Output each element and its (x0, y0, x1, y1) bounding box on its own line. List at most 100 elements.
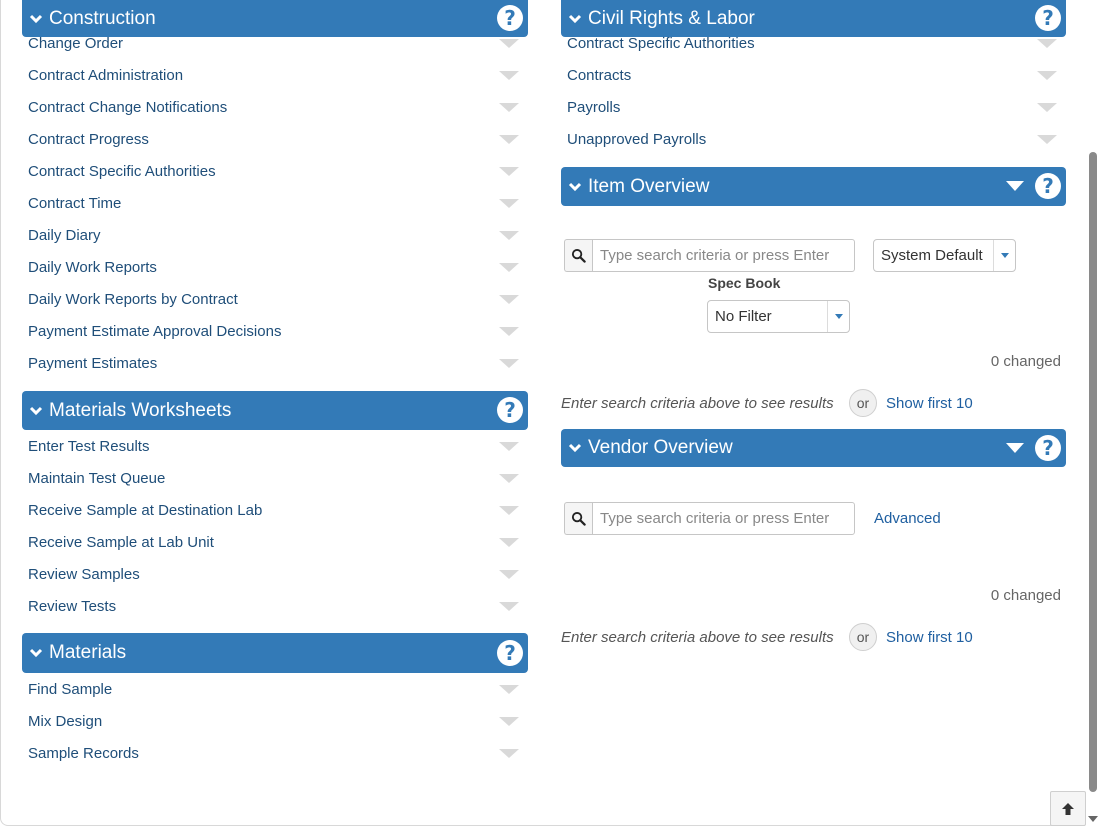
spec-book-select-value: No Filter (715, 308, 772, 325)
list-item[interactable]: Unapproved Payrolls (561, 123, 1066, 155)
item-search-group (564, 239, 855, 272)
chevron-down-icon[interactable] (23, 648, 49, 658)
question-circle-icon[interactable]: ? (497, 640, 523, 666)
chevron-down-icon[interactable] (562, 443, 588, 453)
list-item[interactable]: Daily Work Reports by Contract (22, 283, 528, 315)
caret-down-icon[interactable] (499, 749, 519, 758)
caret-down-icon[interactable] (1037, 135, 1057, 144)
caret-down-icon[interactable] (499, 263, 519, 272)
caret-down-icon[interactable] (499, 327, 519, 336)
chevron-down-icon[interactable] (562, 182, 588, 192)
list-item[interactable]: Receive Sample at Destination Lab (22, 494, 528, 526)
list-item[interactable]: Contract Change Notifications (22, 91, 528, 123)
caret-down-icon[interactable] (499, 717, 519, 726)
list-item[interactable]: Contract Time (22, 187, 528, 219)
panel-header-materials[interactable]: Materials ? (22, 633, 528, 673)
civil-rights-list: Contract Specific Authorities Contracts … (561, 27, 1066, 155)
list-item[interactable]: Enter Test Results (22, 430, 528, 462)
list-item[interactable]: Review Tests (22, 590, 528, 622)
changed-count: 0 changed (990, 587, 1061, 604)
list-item[interactable]: Receive Sample at Lab Unit (22, 526, 528, 558)
panel-title: Vendor Overview (588, 437, 733, 458)
caret-down-icon[interactable] (499, 199, 519, 208)
list-item[interactable]: Payment Estimate Approval Decisions (22, 315, 528, 347)
caret-down-icon[interactable] (499, 167, 519, 176)
list-item[interactable]: Contracts (561, 59, 1066, 91)
list-item[interactable]: Review Samples (22, 558, 528, 590)
list-item[interactable]: Daily Work Reports (22, 251, 528, 283)
caret-down-icon[interactable] (499, 135, 519, 144)
view-select-value: System Default (881, 247, 983, 264)
panel-header-item-overview[interactable]: Item Overview ? (561, 167, 1066, 206)
search-icon[interactable] (564, 502, 592, 535)
scrollbar-thumb[interactable] (1089, 152, 1097, 792)
caret-down-icon[interactable] (499, 570, 519, 579)
show-first-10-link[interactable]: Show first 10 (886, 395, 973, 412)
show-first-10-link[interactable]: Show first 10 (886, 629, 973, 646)
panel-header-materials-worksheets[interactable]: Materials Worksheets ? (22, 391, 528, 430)
scroll-down-arrow-icon[interactable] (1088, 816, 1098, 822)
caret-down-icon[interactable] (499, 474, 519, 483)
caret-down-icon[interactable] (827, 301, 849, 332)
spec-book-label: Spec Book (708, 275, 781, 291)
list-item[interactable]: Find Sample (22, 673, 528, 705)
caret-down-icon[interactable] (499, 231, 519, 240)
advanced-link[interactable]: Advanced (874, 510, 941, 527)
caret-down-icon[interactable] (499, 71, 519, 80)
question-circle-icon[interactable]: ? (1035, 173, 1061, 199)
panel-materials: Materials ? Find Sample Mix Design Sampl… (22, 633, 528, 769)
caret-down-icon[interactable] (499, 359, 519, 368)
caret-down-icon[interactable] (1006, 181, 1024, 191)
panel-title: Item Overview (588, 175, 710, 197)
caret-down-icon[interactable] (499, 295, 519, 304)
list-item[interactable]: Contract Specific Authorities (22, 155, 528, 187)
left-column: Construction ? Change Order Contract Adm… (22, 0, 528, 762)
item-search-input[interactable] (592, 239, 855, 272)
caret-down-icon[interactable] (499, 506, 519, 515)
caret-down-icon[interactable] (499, 685, 519, 694)
panel-header-vendor-overview[interactable]: Vendor Overview ? (561, 429, 1066, 467)
list-item[interactable]: Change Order (22, 27, 528, 59)
vertical-scrollbar[interactable] (1085, 0, 1100, 826)
panel-title: Materials Worksheets (49, 399, 232, 421)
arrow-up-icon (1062, 802, 1074, 815)
caret-down-icon[interactable] (499, 442, 519, 451)
caret-down-icon[interactable] (499, 39, 519, 48)
caret-down-icon[interactable] (1037, 103, 1057, 112)
search-hint: Enter search criteria above to see resul… (561, 395, 834, 412)
view-select[interactable]: System Default (873, 239, 1016, 272)
chevron-down-icon[interactable] (562, 14, 588, 24)
search-icon[interactable] (564, 239, 592, 272)
list-item[interactable]: Maintain Test Queue (22, 462, 528, 494)
spec-book-select[interactable]: No Filter (707, 300, 850, 333)
list-item[interactable]: Contract Administration (22, 59, 528, 91)
caret-down-icon[interactable] (499, 602, 519, 611)
list-item[interactable]: Contract Specific Authorities (561, 27, 1066, 59)
materials-list: Find Sample Mix Design Sample Records (22, 673, 528, 769)
construction-list: Change Order Contract Administration Con… (22, 27, 528, 379)
chevron-down-icon[interactable] (23, 406, 49, 416)
panel-item-overview: Item Overview ? System Default Spec Book… (561, 167, 1066, 427)
list-item[interactable]: Contract Progress (22, 123, 528, 155)
list-item[interactable]: Sample Records (22, 737, 528, 769)
list-item[interactable]: Mix Design (22, 705, 528, 737)
question-circle-icon[interactable]: ? (1035, 435, 1061, 461)
list-item[interactable]: Daily Diary (22, 219, 528, 251)
right-column: Civil Rights & Labor ? Contract Specific… (561, 0, 1066, 826)
list-item[interactable]: Payrolls (561, 91, 1066, 123)
panel-civil-rights: Civil Rights & Labor ? Contract Specific… (561, 0, 1066, 155)
vendor-search-input[interactable] (592, 502, 855, 535)
caret-down-icon[interactable] (499, 103, 519, 112)
caret-down-icon[interactable] (499, 538, 519, 547)
search-hint: Enter search criteria above to see resul… (561, 629, 834, 646)
caret-down-icon[interactable] (1037, 39, 1057, 48)
question-circle-icon[interactable]: ? (497, 397, 523, 423)
list-item[interactable]: Payment Estimates (22, 347, 528, 379)
caret-down-icon[interactable] (1037, 71, 1057, 80)
caret-down-icon[interactable] (993, 240, 1015, 271)
vendor-search-group (564, 502, 855, 535)
changed-count: 0 changed (990, 353, 1061, 370)
chevron-down-icon[interactable] (23, 14, 49, 24)
caret-down-icon[interactable] (1006, 443, 1024, 453)
back-to-top-button[interactable] (1050, 791, 1086, 826)
